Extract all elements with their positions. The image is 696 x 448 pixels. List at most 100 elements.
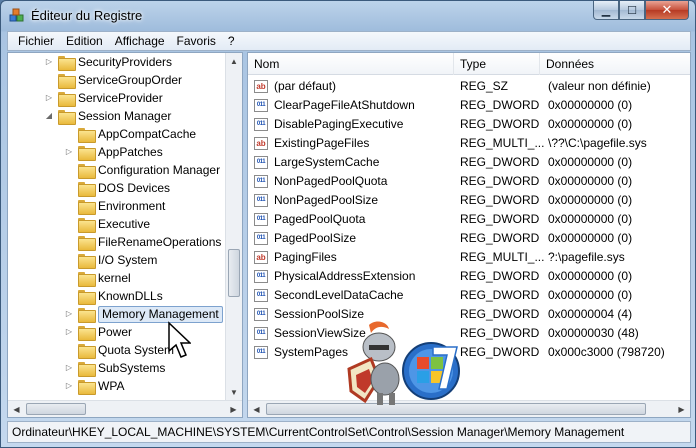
folder-icon xyxy=(78,164,96,179)
value-name: PagedPoolSize xyxy=(274,231,357,245)
tree-node[interactable]: Configuration Manager xyxy=(8,161,224,179)
binary-value-icon: 011 xyxy=(254,118,268,131)
list-item[interactable]: ab ExistingPageFiles REG_MULTI_... \??\C:\p… xyxy=(248,134,690,153)
tree-node[interactable]: ▷ AppPatches xyxy=(8,143,224,161)
tree-node[interactable]: AppCompatCache xyxy=(8,125,224,143)
knight-mascot-icon xyxy=(347,321,400,405)
value-type: REG_DWORD xyxy=(460,288,540,302)
value-name: NonPagedPoolSize xyxy=(274,193,379,207)
value-type: REG_DWORD xyxy=(460,155,540,169)
tree-node[interactable]: ▷ SubSystems xyxy=(8,359,224,377)
menu-edition[interactable]: Edition xyxy=(60,32,109,50)
value-data: (valeur non définie) xyxy=(548,79,651,93)
tree-node[interactable]: Executive xyxy=(8,215,224,233)
close-button[interactable]: ✕ xyxy=(645,1,689,20)
tree-scroll-thumb[interactable] xyxy=(228,249,240,297)
list-item[interactable]: 011 ClearPageFileAtShutdown REG_DWORD 0x000… xyxy=(248,96,690,115)
list-item[interactable]: 011 NonPagedPoolQuota REG_DWORD 0x00000000 … xyxy=(248,172,690,191)
tree-node[interactable]: I/O System xyxy=(8,251,224,269)
folder-icon xyxy=(78,254,96,269)
value-type: REG_DWORD xyxy=(460,212,540,226)
value-data: 0x00000000 (0) xyxy=(548,174,633,188)
list-item[interactable]: 011 DisablePagingExecutive REG_DWORD 0x0000… xyxy=(248,115,690,134)
value-data: 0x00000000 (0) xyxy=(548,212,633,226)
expand-arrow-icon[interactable]: ▷ xyxy=(64,143,74,161)
menu-favoris[interactable]: Favoris xyxy=(171,32,222,50)
scroll-down-icon[interactable]: ▼ xyxy=(226,384,242,401)
list-item[interactable]: 011 SecondLevelDataCache REG_DWORD 0x000000… xyxy=(248,286,690,305)
value-type: REG_DWORD xyxy=(460,269,540,283)
tree-node[interactable]: DOS Devices xyxy=(8,179,224,197)
column-header-data[interactable]: Données xyxy=(540,53,690,75)
tree-node-label: DOS Devices xyxy=(98,181,171,195)
tree-node-label: FileRenameOperations xyxy=(98,235,222,249)
tree-node[interactable]: KnownDLLs xyxy=(8,287,224,305)
menu-help[interactable]: ? xyxy=(222,32,241,50)
tree-node-label: SecurityProviders xyxy=(78,55,173,69)
title-bar[interactable]: Éditeur du Registre ▁ ☐ ✕ xyxy=(1,1,695,31)
collapse-arrow-icon[interactable]: ◢ xyxy=(44,107,54,125)
window-title: Éditeur du Registre xyxy=(31,8,143,23)
list-item[interactable]: 011 SessionPoolSize REG_DWORD 0x00000004 (4… xyxy=(248,305,690,324)
list-horizontal-scrollbar[interactable]: ◀ ▶ xyxy=(248,400,690,417)
folder-icon xyxy=(78,362,96,377)
scroll-right-icon[interactable]: ▶ xyxy=(673,401,690,417)
tree-horizontal-scrollbar[interactable]: ◀ ▶ xyxy=(8,400,242,417)
value-name: SecondLevelDataCache xyxy=(274,288,404,302)
tree-node[interactable]: ▷ WPA xyxy=(8,377,224,395)
list-item[interactable]: 011 PagedPoolQuota REG_DWORD 0x00000000 (0) xyxy=(248,210,690,229)
list-item[interactable]: 011 PhysicalAddressExtension REG_DWORD 0x00… xyxy=(248,267,690,286)
value-data: 0x00000030 (48) xyxy=(548,326,639,340)
tree-hscroll-thumb[interactable] xyxy=(26,403,86,415)
scroll-left-icon[interactable]: ◀ xyxy=(8,401,25,417)
menu-bar: Fichier Edition Affichage Favoris ? xyxy=(7,31,691,51)
expand-arrow-icon[interactable]: ▷ xyxy=(64,359,74,377)
string-value-icon: ab xyxy=(254,251,268,264)
column-header-type[interactable]: Type xyxy=(454,53,540,75)
menu-fichier[interactable]: Fichier xyxy=(12,32,60,50)
tree-node[interactable]: Environment xyxy=(8,197,224,215)
tree-node[interactable]: Quota System xyxy=(8,341,224,359)
tree-node[interactable]: ServiceGroupOrder xyxy=(8,71,224,89)
folder-icon xyxy=(78,344,96,359)
expand-arrow-icon[interactable]: ▷ xyxy=(44,53,54,71)
list-item[interactable]: 011 SystemPages REG_DWORD 0x000c3000 (79872… xyxy=(248,343,690,362)
column-header-name[interactable]: Nom xyxy=(248,53,454,75)
folder-icon xyxy=(78,272,96,287)
value-name: (par défaut) xyxy=(274,79,337,93)
list-item[interactable]: 011 NonPagedPoolSize REG_DWORD 0x00000000 (… xyxy=(248,191,690,210)
registry-cubes-icon xyxy=(9,8,24,22)
expand-arrow-icon[interactable]: ▷ xyxy=(64,305,74,323)
tree-node-label: Environment xyxy=(98,199,166,213)
tree-node-label: SubSystems xyxy=(98,361,166,375)
folder-icon xyxy=(78,380,96,395)
tree-node[interactable]: kernel xyxy=(8,269,224,287)
menu-affichage[interactable]: Affichage xyxy=(109,32,171,50)
tree-node[interactable]: FileRenameOperations xyxy=(8,233,224,251)
folder-icon xyxy=(58,92,76,107)
tree-node[interactable]: ▷ Memory Management xyxy=(8,305,224,323)
value-name: ExistingPageFiles xyxy=(274,136,370,150)
mouse-pointer-icon xyxy=(168,321,191,358)
expand-arrow-icon[interactable]: ▷ xyxy=(64,323,74,341)
maximize-button[interactable]: ☐ xyxy=(619,1,645,20)
folder-icon xyxy=(58,74,76,89)
list-item[interactable]: ab (par défaut) REG_SZ (valeur non définie) xyxy=(248,77,690,96)
list-item[interactable]: 011 PagedPoolSize REG_DWORD 0x00000000 (0) xyxy=(248,229,690,248)
tree-node[interactable]: ▷ SecurityProviders xyxy=(8,53,224,71)
expand-arrow-icon[interactable]: ▷ xyxy=(64,377,74,395)
tree-node[interactable]: ▷ Power xyxy=(8,323,224,341)
tree-node[interactable]: ◢ Session Manager xyxy=(8,107,224,125)
tree-node[interactable]: ▷ ServiceProvider xyxy=(8,89,224,107)
list-item[interactable]: 011 SessionViewSize REG_DWORD 0x00000030 (4… xyxy=(248,324,690,343)
expand-arrow-icon[interactable]: ▷ xyxy=(44,89,54,107)
value-data: 0x00000004 (4) xyxy=(548,307,633,321)
scroll-up-icon[interactable]: ▲ xyxy=(226,53,242,70)
close-icon: ✕ xyxy=(661,2,673,17)
list-item[interactable]: 011 LargeSystemCache REG_DWORD 0x00000000 (… xyxy=(248,153,690,172)
scroll-right-icon[interactable]: ▶ xyxy=(225,401,242,417)
tree-vertical-scrollbar[interactable]: ▲ ▼ xyxy=(225,53,242,401)
scroll-left-icon[interactable]: ◀ xyxy=(248,401,265,417)
minimize-button[interactable]: ▁ xyxy=(593,1,619,20)
list-item[interactable]: ab PagingFiles REG_MULTI_... ?:\pagefile.sy… xyxy=(248,248,690,267)
